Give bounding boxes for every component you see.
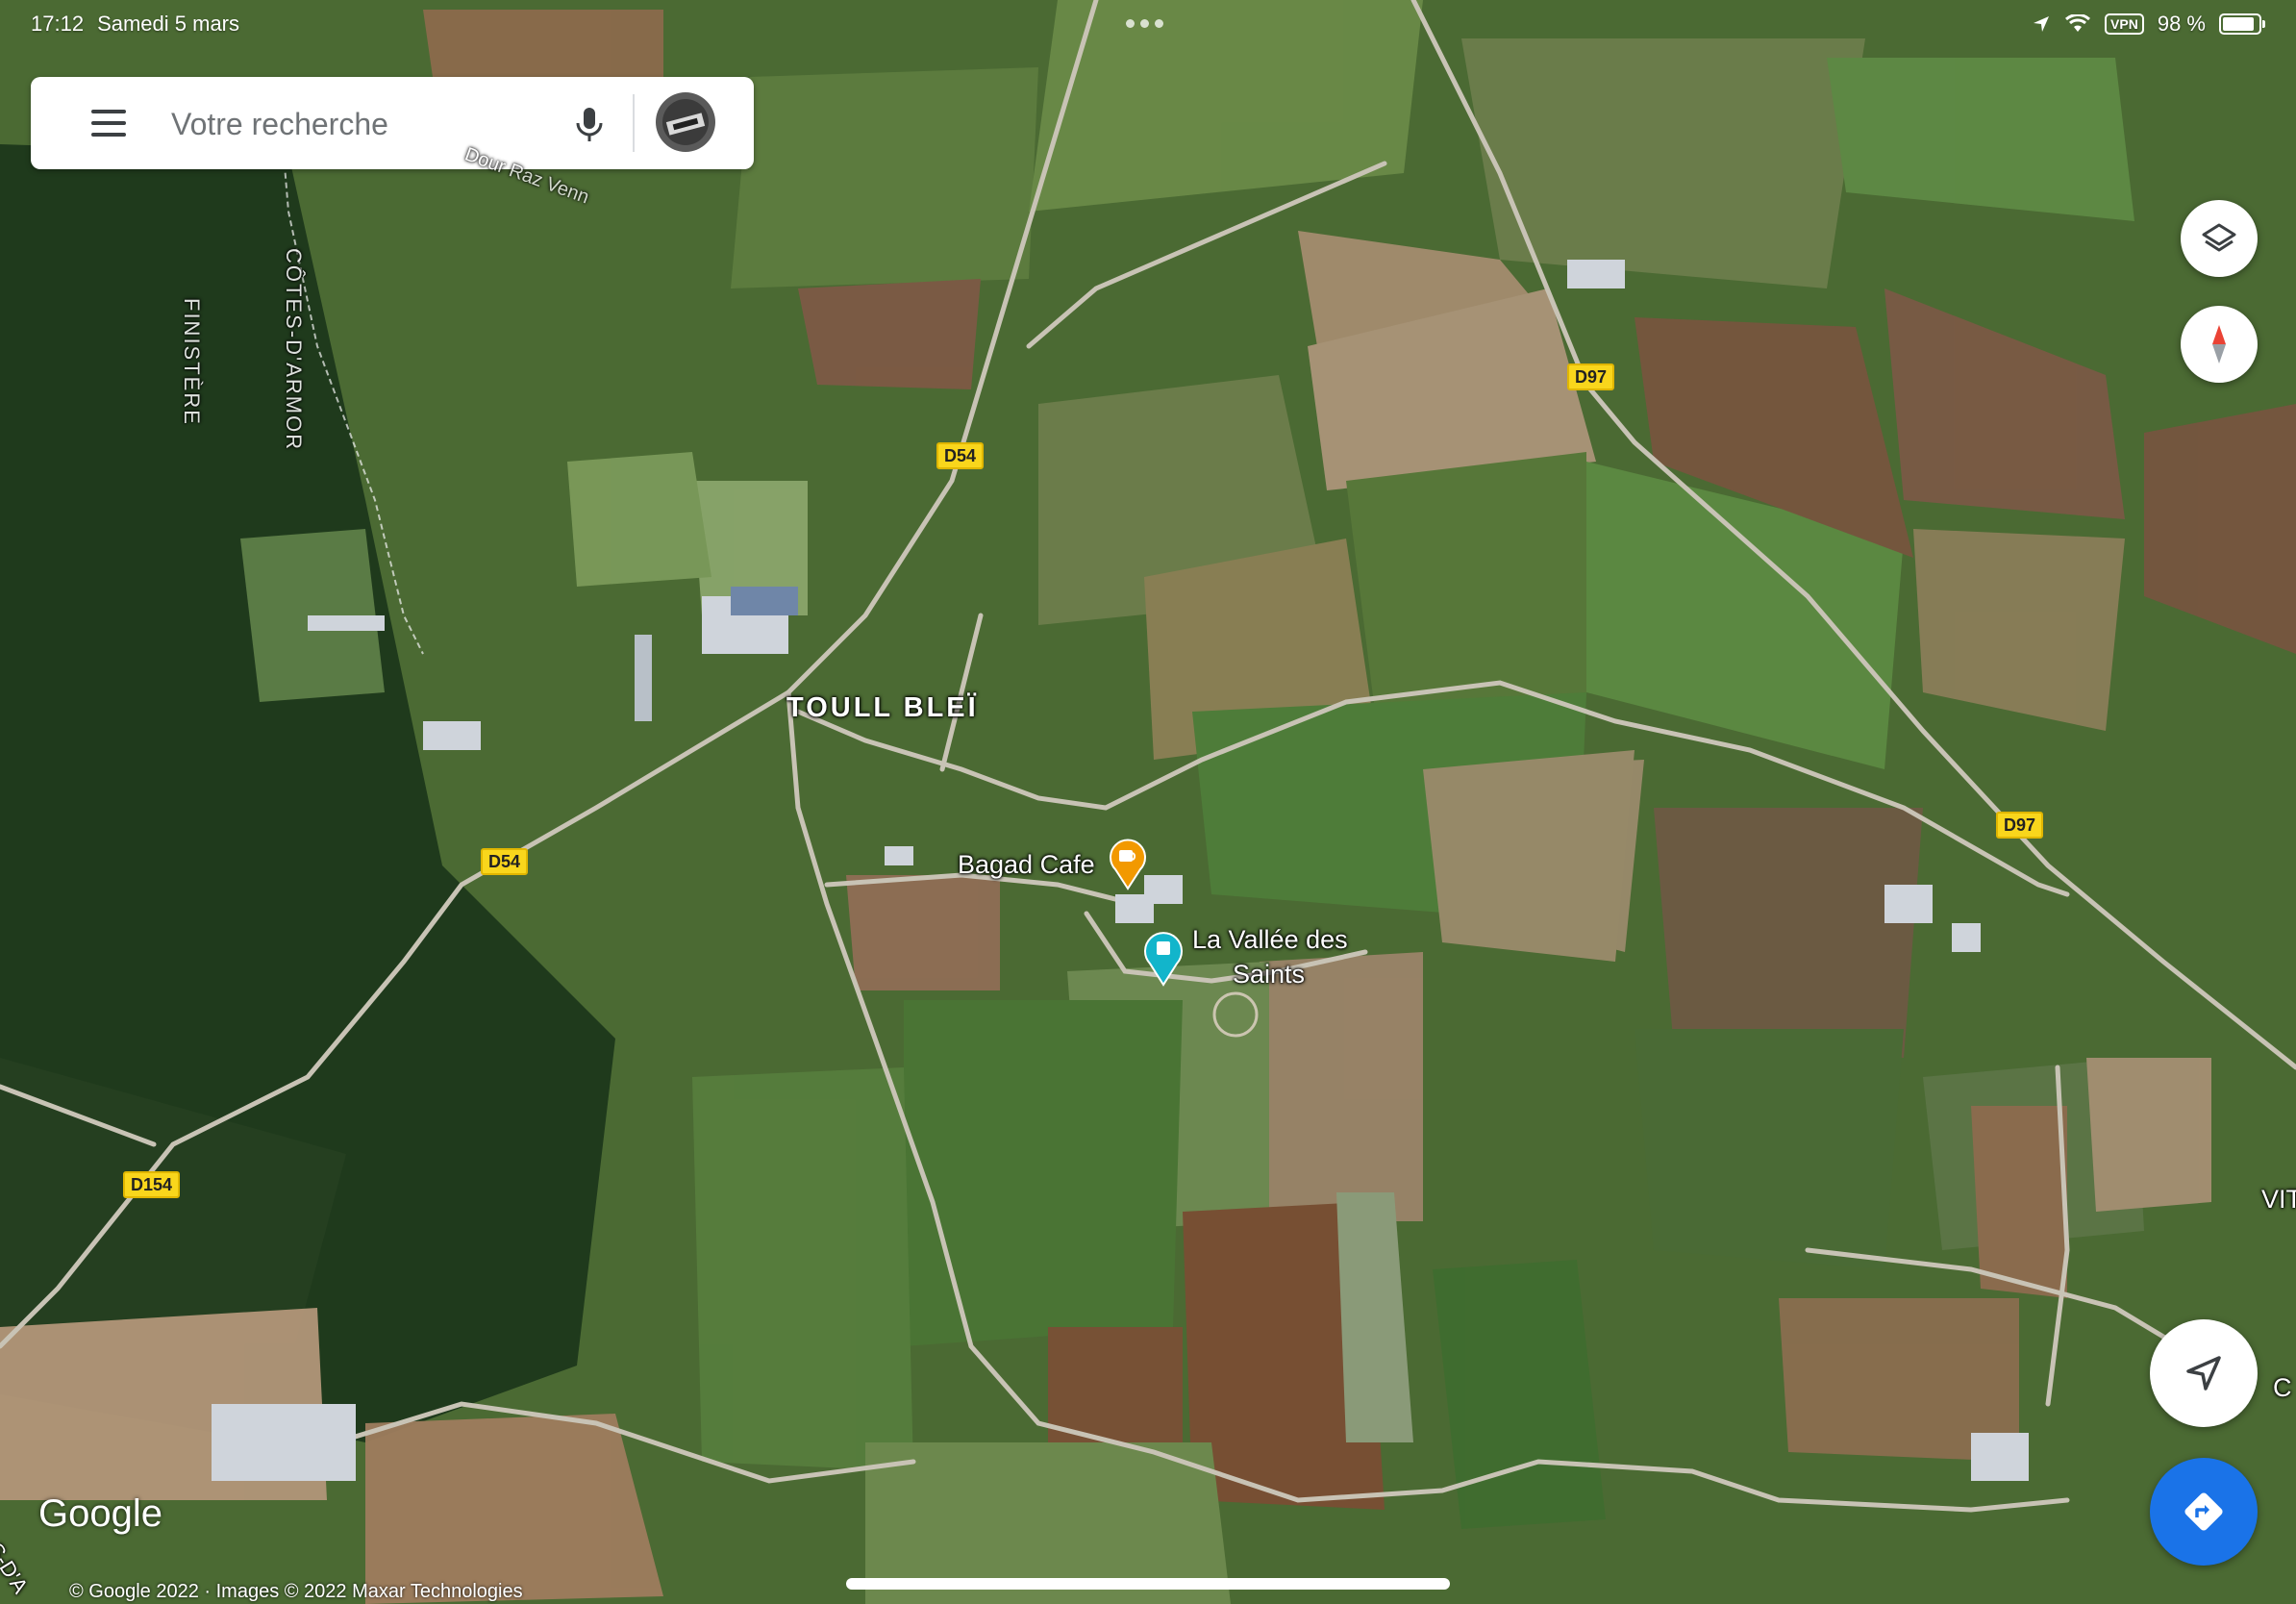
avatar[interactable] <box>656 92 715 152</box>
search-input[interactable] <box>169 94 577 154</box>
my-location-button[interactable] <box>2150 1319 2258 1427</box>
road-shield-d97: D97 <box>1996 812 2044 839</box>
microphone-icon[interactable] <box>565 100 613 148</box>
edge-label: VIT <box>2261 1185 2296 1214</box>
dot <box>1155 19 1163 28</box>
search-bar[interactable] <box>31 77 754 169</box>
compass-button[interactable] <box>2181 306 2258 383</box>
layers-button[interactable] <box>2181 200 2258 277</box>
location-arrow-icon <box>2186 1356 2221 1391</box>
satellite-map[interactable] <box>0 0 2296 1604</box>
battery-percent: 98 % <box>2157 12 2206 36</box>
layers-icon <box>2202 223 2236 252</box>
multitasking-dots[interactable] <box>1126 19 1163 28</box>
battery-icon <box>2219 13 2265 35</box>
road-shield-d54: D54 <box>481 848 529 875</box>
search-divider <box>633 94 635 152</box>
status-bar-right: VPN 98 % <box>2032 10 2265 38</box>
directions-icon <box>2184 1492 2223 1531</box>
village-label-toull-blei[interactable]: TOULL BLEÏ <box>786 692 979 724</box>
location-services-icon <box>2034 16 2050 32</box>
status-date: Samedi 5 mars <box>97 12 240 36</box>
poi-label-vallee-line2[interactable]: Saints <box>1233 960 1305 990</box>
landmark-pin-icon[interactable] <box>1142 929 1185 987</box>
edge-label: C <box>2273 1373 2292 1402</box>
compass-icon <box>2212 325 2226 363</box>
status-bar-left: 17:12 Samedi 5 mars <box>31 10 239 38</box>
directions-button[interactable] <box>2150 1458 2258 1566</box>
road-shield-d154: D154 <box>123 1171 181 1198</box>
wifi-icon <box>2065 14 2091 32</box>
hamburger-menu-icon[interactable] <box>79 104 133 142</box>
road-shield-d54: D54 <box>936 442 985 469</box>
status-time: 17:12 <box>31 12 85 36</box>
home-indicator[interactable] <box>846 1578 1450 1590</box>
road-shield-d97: D97 <box>1567 363 1615 390</box>
attribution-text[interactable]: © Google 2022 · Images © 2022 Maxar Tech… <box>69 1581 523 1603</box>
dot <box>1140 19 1149 28</box>
coffee-cup-icon[interactable] <box>1108 837 1148 890</box>
region-label-finistere: FINISTÈRE <box>180 298 204 426</box>
google-logo: Google <box>38 1492 162 1535</box>
region-label-cotes-darmor: CÔTES-D'ARMOR <box>282 248 306 452</box>
dot <box>1126 19 1135 28</box>
poi-label-bagad-cafe[interactable]: Bagad Cafe <box>958 850 1095 880</box>
vpn-badge: VPN <box>2105 13 2144 35</box>
poi-label-vallee-line1[interactable]: La Vallée des <box>1192 925 1348 955</box>
